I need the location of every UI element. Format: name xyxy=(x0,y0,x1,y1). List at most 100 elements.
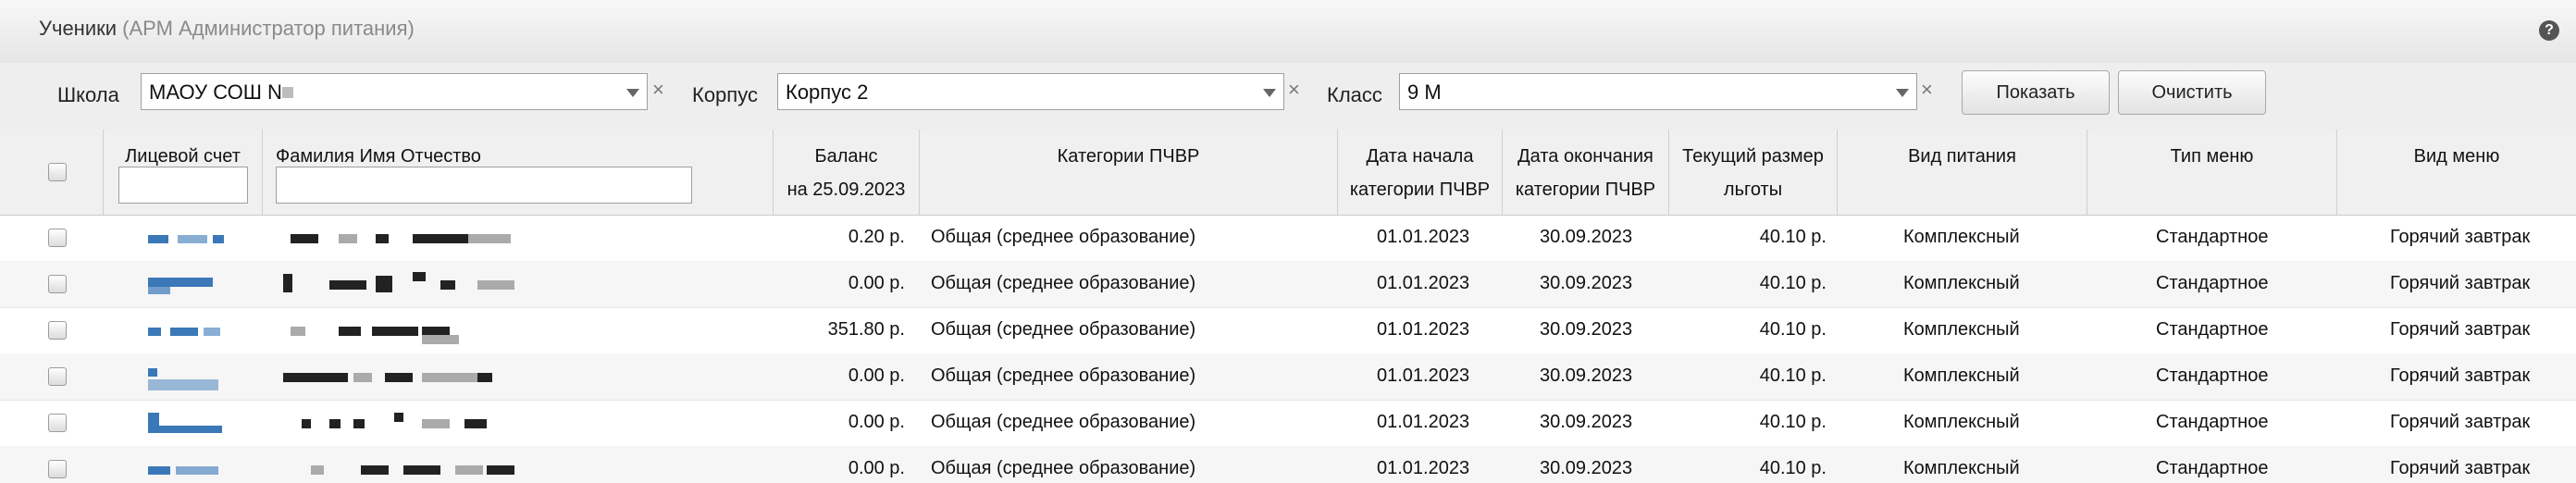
menu-type-cell: Стандартное xyxy=(2156,412,2269,432)
header-category-label: Категории ПЧВР xyxy=(1057,146,1200,167)
row-checkbox[interactable] xyxy=(48,414,67,432)
redacted-account xyxy=(148,353,222,400)
reset-button[interactable]: Очистить xyxy=(2118,70,2266,115)
row-checkbox[interactable] xyxy=(48,321,67,340)
meal-type-cell: Комплексный xyxy=(1903,412,2020,432)
end-date-cell: 30.09.2023 xyxy=(1540,227,1633,247)
start-date-cell: 01.01.2023 xyxy=(1377,412,1470,432)
name-filter-input[interactable] xyxy=(276,167,692,204)
table-row[interactable]: 0.00 р. Общая (среднее образование) 01.0… xyxy=(0,353,2576,401)
menu-kind-cell: Горячий завтрак xyxy=(2390,365,2531,386)
redacted-account xyxy=(148,307,222,353)
table-header: Лицевой счет Фамилия Имя Отчество Баланс… xyxy=(0,130,2576,216)
help-icon[interactable]: ? xyxy=(2539,20,2559,41)
menu-type-cell: Стандартное xyxy=(2156,458,2269,478)
category-cell: Общая (среднее образование) xyxy=(931,273,1196,293)
chevron-down-icon[interactable] xyxy=(1896,89,1909,97)
header-menu-type[interactable]: Тип меню xyxy=(2087,130,2337,215)
students-table: Лицевой счет Фамилия Имя Отчество Баланс… xyxy=(0,130,2576,483)
header-menu-kind-label: Вид меню xyxy=(2413,146,2500,167)
end-date-cell: 30.09.2023 xyxy=(1540,319,1633,340)
show-button[interactable]: Показать xyxy=(1962,70,2110,115)
menu-kind-cell: Горячий завтрак xyxy=(2390,458,2531,478)
header-menu-kind[interactable]: Вид меню xyxy=(2337,130,2576,215)
header-account[interactable]: Лицевой счет xyxy=(104,130,263,215)
header-benefit[interactable]: Текущий размер льготы xyxy=(1669,130,1838,215)
header-benefit-line2: льготы xyxy=(1723,180,1783,200)
window-titlebar: Ученики (АРМ Администратор питания) ? xyxy=(0,0,2576,64)
header-end-date[interactable]: Дата окончания категории ПЧВР xyxy=(1503,130,1669,215)
menu-type-cell: Стандартное xyxy=(2156,365,2269,386)
row-checkbox[interactable] xyxy=(48,229,67,247)
benefit-cell: 40.10 р. xyxy=(1759,227,1827,247)
header-meal-type[interactable]: Вид питания xyxy=(1838,130,2087,215)
menu-kind-cell: Горячий завтрак xyxy=(2390,412,2531,432)
start-date-cell: 01.01.2023 xyxy=(1377,365,1470,386)
class-select[interactable]: 9 М xyxy=(1399,73,1917,110)
redacted-account xyxy=(148,400,222,446)
account-filter-input[interactable] xyxy=(118,167,248,204)
header-balance-line2: на 25.09.2023 xyxy=(786,180,906,200)
header-menu-type-label: Тип меню xyxy=(2170,146,2254,167)
benefit-cell: 40.10 р. xyxy=(1759,458,1827,478)
redacted-name xyxy=(283,446,579,483)
balance-cell: 0.00 р. xyxy=(848,412,905,432)
header-start-line1: Дата начала xyxy=(1366,146,1474,167)
chevron-down-icon[interactable] xyxy=(1263,89,1276,97)
balance-cell: 351.80 р. xyxy=(827,319,905,340)
menu-type-cell: Стандартное xyxy=(2156,273,2269,293)
header-name[interactable]: Фамилия Имя Отчество xyxy=(263,130,774,215)
menu-kind-cell: Горячий завтрак xyxy=(2390,273,2531,293)
redacted-name xyxy=(283,353,579,400)
building-label: Корпус xyxy=(692,83,758,106)
category-cell: Общая (среднее образование) xyxy=(931,365,1196,386)
meal-type-cell: Комплексный xyxy=(1903,227,2020,247)
meal-type-cell: Комплексный xyxy=(1903,319,2020,340)
menu-type-cell: Стандартное xyxy=(2156,319,2269,340)
header-start-line2: категории ПЧВР xyxy=(1349,180,1491,200)
class-select-value: 9 М xyxy=(1407,80,1442,104)
start-date-cell: 01.01.2023 xyxy=(1377,319,1470,340)
redacted-name xyxy=(283,215,579,261)
end-date-cell: 30.09.2023 xyxy=(1540,458,1633,478)
filter-toolbar: Школа МАОУ СОШ N × Корпус Корпус 2 × Кла… xyxy=(0,63,2576,130)
row-checkbox[interactable] xyxy=(48,367,67,386)
building-select[interactable]: Корпус 2 xyxy=(777,73,1284,110)
redacted-name xyxy=(283,400,579,446)
table-row[interactable]: 351.80 р. Общая (среднее образование) 01… xyxy=(0,307,2576,354)
school-select[interactable]: МАОУ СОШ N xyxy=(141,73,648,110)
school-label: Школа xyxy=(57,83,119,106)
redacted-account xyxy=(148,261,222,307)
row-checkbox[interactable] xyxy=(48,275,67,293)
school-clear-icon[interactable]: × xyxy=(652,80,664,100)
category-cell: Общая (среднее образование) xyxy=(931,458,1196,478)
window-title-text: Ученики xyxy=(39,17,118,40)
benefit-cell: 40.10 р. xyxy=(1759,365,1827,386)
start-date-cell: 01.01.2023 xyxy=(1377,458,1470,478)
header-end-line2: категории ПЧВР xyxy=(1515,180,1656,200)
balance-cell: 0.00 р. xyxy=(848,365,905,386)
chevron-down-icon[interactable] xyxy=(626,89,639,97)
balance-cell: 0.20 р. xyxy=(848,227,905,247)
header-end-line1: Дата окончания xyxy=(1517,146,1653,167)
category-cell: Общая (среднее образование) xyxy=(931,319,1196,340)
table-row[interactable]: 0.00 р. Общая (среднее образование) 01.0… xyxy=(0,400,2576,447)
header-category[interactable]: Категории ПЧВР xyxy=(920,130,1338,215)
category-cell: Общая (среднее образование) xyxy=(931,412,1196,432)
class-label: Класс xyxy=(1327,83,1382,106)
school-select-value: МАОУ СОШ N xyxy=(149,80,282,104)
window-title: Ученики (АРМ Администратор питания) xyxy=(39,17,415,41)
header-balance[interactable]: Баланс на 25.09.2023 xyxy=(774,130,920,215)
building-clear-icon[interactable]: × xyxy=(1288,80,1300,100)
benefit-cell: 40.10 р. xyxy=(1759,412,1827,432)
benefit-cell: 40.10 р. xyxy=(1759,319,1827,340)
table-row[interactable]: 0.00 р. Общая (среднее образование) 01.0… xyxy=(0,261,2576,308)
table-row[interactable]: 0.00 р. Общая (среднее образование) 01.0… xyxy=(0,446,2576,483)
row-checkbox[interactable] xyxy=(48,460,67,478)
balance-cell: 0.00 р. xyxy=(848,458,905,478)
class-clear-icon[interactable]: × xyxy=(1921,80,1933,100)
select-all-checkbox[interactable] xyxy=(48,163,67,181)
menu-type-cell: Стандартное xyxy=(2156,227,2269,247)
header-start-date[interactable]: Дата начала категории ПЧВР xyxy=(1338,130,1503,215)
table-row[interactable]: 0.20 р. Общая (среднее образование) 01.0… xyxy=(0,215,2576,262)
